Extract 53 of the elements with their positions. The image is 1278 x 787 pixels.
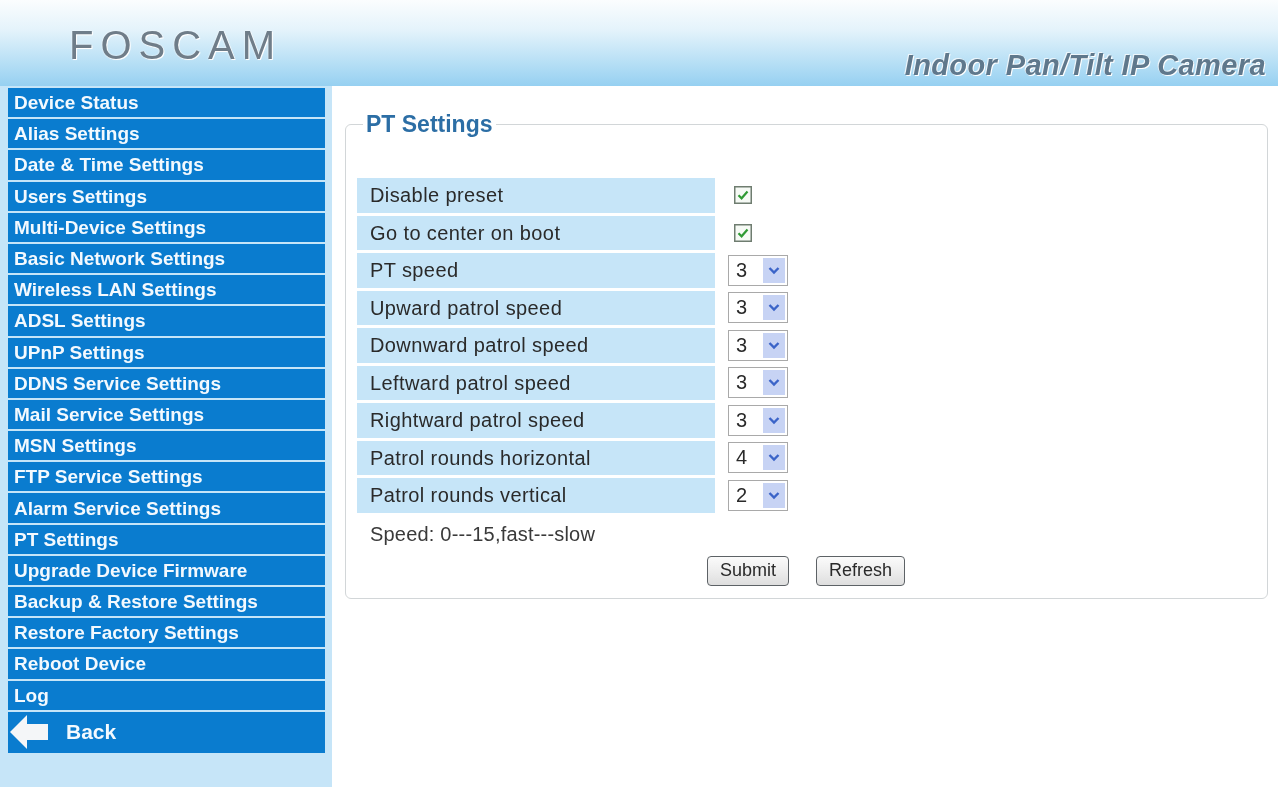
sidebar-item[interactable]: DDNS Service Settings bbox=[8, 368, 325, 398]
setting-label: Go to center on boot bbox=[357, 215, 715, 250]
hint-text: Speed: 0---15,fast---slow bbox=[370, 522, 596, 546]
sidebar-item[interactable]: Upgrade Device Firmware bbox=[8, 555, 325, 585]
panel-title: PT Settings bbox=[365, 111, 494, 138]
checkbox[interactable] bbox=[734, 186, 752, 205]
chevron-down-icon bbox=[763, 407, 785, 433]
sidebar-item[interactable]: MSN Settings bbox=[8, 431, 325, 461]
product-title: Indoor Pan/Tilt IP Camera bbox=[904, 48, 1266, 82]
left-arrow-icon bbox=[10, 715, 48, 750]
sidebar-item[interactable]: Alias Settings bbox=[8, 119, 325, 149]
setting-label: Disable preset bbox=[357, 178, 715, 213]
setting-label: Rightward patrol speed bbox=[357, 403, 715, 438]
setting-label: Leftward patrol speed bbox=[357, 365, 715, 400]
logo-text: FOSCAM bbox=[69, 24, 283, 66]
sidebar-item[interactable]: Wireless LAN Settings bbox=[8, 275, 325, 305]
sidebar-item[interactable]: Device Status bbox=[8, 88, 325, 118]
setting-label: PT speed bbox=[357, 253, 715, 288]
chevron-down-icon bbox=[763, 445, 785, 471]
chevron-down-icon bbox=[763, 482, 785, 508]
sidebar-item[interactable]: Log bbox=[8, 680, 325, 710]
dropdown-select[interactable]: 3 bbox=[728, 254, 788, 286]
setting-label: Patrol rounds vertical bbox=[357, 478, 715, 513]
dropdown-select[interactable]: 3 bbox=[728, 292, 788, 324]
submit-button[interactable]: Submit bbox=[706, 555, 789, 586]
sidebar-item[interactable]: Multi-Device Settings bbox=[8, 212, 325, 242]
sidebar-item[interactable]: Users Settings bbox=[8, 181, 325, 211]
sidebar-item[interactable]: Backup & Restore Settings bbox=[8, 587, 325, 617]
checkbox[interactable] bbox=[734, 223, 752, 242]
setting-label: Downward patrol speed bbox=[357, 328, 715, 363]
sidebar-item[interactable]: Reboot Device bbox=[8, 649, 325, 679]
sidebar-item[interactable]: ADSL Settings bbox=[8, 306, 325, 336]
refresh-button[interactable]: Refresh bbox=[816, 555, 906, 586]
sidebar-item[interactable]: Date & Time Settings bbox=[8, 150, 325, 180]
dropdown-select[interactable]: 4 bbox=[728, 442, 788, 474]
setting-label: Patrol rounds horizontal bbox=[357, 440, 715, 475]
sidebar-item[interactable]: FTP Service Settings bbox=[8, 462, 325, 492]
sidebar-item[interactable]: Alarm Service Settings bbox=[8, 493, 325, 523]
dropdown-select[interactable]: 3 bbox=[728, 367, 788, 399]
sidebar-item[interactable]: Basic Network Settings bbox=[8, 243, 325, 274]
back-button[interactable]: Back bbox=[8, 711, 325, 753]
dropdown-select[interactable]: 2 bbox=[728, 479, 788, 511]
chevron-down-icon bbox=[763, 295, 785, 321]
sidebar-item[interactable]: UPnP Settings bbox=[8, 337, 325, 367]
sidebar-item[interactable]: PT Settings bbox=[8, 524, 325, 554]
sidebar-item[interactable]: Restore Factory Settings bbox=[8, 618, 325, 648]
chevron-down-icon bbox=[763, 257, 785, 283]
setting-label: Upward patrol speed bbox=[357, 290, 715, 325]
dropdown-select[interactable]: 3 bbox=[728, 404, 788, 436]
chevron-down-icon bbox=[763, 332, 785, 358]
sidebar-item[interactable]: Mail Service Settings bbox=[8, 399, 325, 430]
chevron-down-icon bbox=[763, 370, 785, 396]
dropdown-select[interactable]: 3 bbox=[728, 329, 788, 361]
